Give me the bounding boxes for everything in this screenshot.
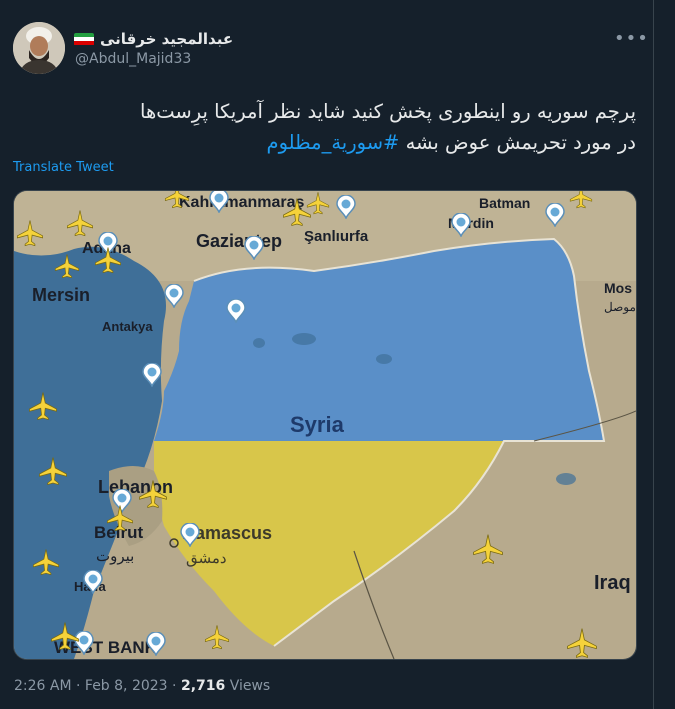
label-mosul: Mos	[604, 280, 632, 296]
tweet-time[interactable]: 2:26 AM	[14, 678, 72, 694]
label-mosul-ar: موصل	[604, 300, 636, 314]
tweet-date[interactable]: Feb 8, 2023	[85, 678, 168, 694]
label-sanliurfa: Şanlıurfa	[304, 228, 369, 245]
views-label: Views	[229, 678, 271, 694]
author-name[interactable]: عبدالمجید خرقانی	[100, 30, 233, 48]
avatar[interactable]	[13, 22, 65, 74]
tweet-line-2-text: در مورد تحریمش عوض بشه	[405, 131, 636, 154]
label-mersin: Mersin	[32, 285, 90, 305]
column-border	[653, 0, 654, 709]
iran-flag-icon	[74, 32, 94, 46]
label-antakya: Antakya	[102, 319, 153, 334]
tweet-text: پرچم سوریه رو اینطوری پخش کنید شاید نظر …	[14, 96, 636, 158]
more-icon[interactable]: •••	[614, 28, 649, 49]
hashtag-link[interactable]: #سورية_مظلوم	[267, 131, 400, 154]
label-iraq: Iraq	[594, 572, 631, 594]
tweet-image-map[interactable]: Kahramanmaraş Gaziantep Şanlıurfa Batman…	[13, 190, 637, 660]
label-batman: Batman	[479, 195, 530, 211]
label-beirut-ar: بيروت	[96, 548, 134, 565]
label-damascus-ar: دمشق	[186, 550, 227, 567]
tweet-line-2: در مورد تحریمش عوض بشه #سورية_مظلوم	[14, 127, 636, 158]
tweet-meta: 2:26 AM · Feb 8, 2023 · 2,716 Views	[14, 678, 270, 694]
label-lebanon: Lebanon	[98, 477, 173, 497]
meta-separator: ·	[76, 678, 81, 694]
tweet-line-1: پرچم سوریه رو اینطوری پخش کنید شاید نظر …	[140, 100, 636, 123]
views-count: 2,716	[180, 678, 226, 694]
label-syria: Syria	[290, 412, 345, 437]
meta-separator: ·	[172, 678, 177, 694]
translate-tweet-link[interactable]: Translate Tweet	[13, 160, 114, 175]
label-gaziantep: Gaziantep	[196, 231, 282, 251]
author-handle[interactable]: @Abdul_Majid33	[75, 51, 191, 67]
label-kahramanmaras: Kahramanmaraş	[179, 194, 305, 211]
